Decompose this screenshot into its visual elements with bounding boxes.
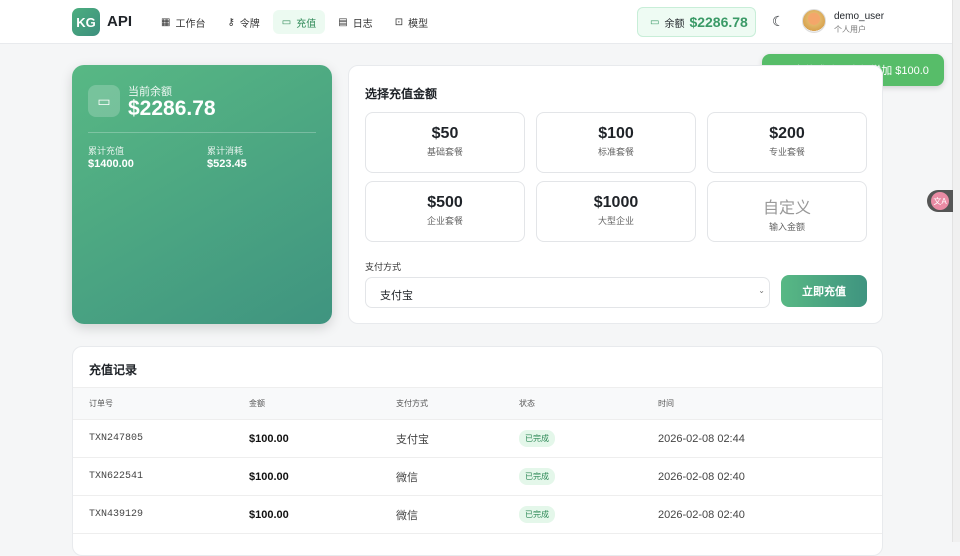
order-id: TXN247805: [89, 433, 144, 444]
option-desc: 企业套餐: [426, 216, 463, 226]
option-desc: 基础套餐: [426, 147, 463, 157]
time: 2026-02-08 02:40: [658, 470, 745, 483]
status-badge: 已完成: [519, 430, 555, 447]
grid-icon: ▦: [161, 16, 171, 28]
balance-label: 余额: [664, 18, 685, 30]
nav-label: 日志: [352, 18, 373, 30]
amount-option-100[interactable]: $100 标准套餐: [536, 112, 696, 173]
payment-method: 微信: [396, 471, 418, 484]
time: 2026-02-08 02:44: [658, 432, 745, 445]
column-header: 支付方式: [396, 399, 428, 408]
nav-recharge[interactable]: ▭ 充值: [272, 10, 326, 34]
wallet-icon: ▭: [650, 16, 660, 28]
option-desc: 标准套餐: [597, 147, 634, 157]
table-header: 订单号 金额 支付方式 状态 时间: [73, 387, 882, 420]
total-recharge-label: 累计充值: [88, 146, 125, 156]
option-desc: 输入金额: [768, 222, 805, 232]
balance-value: $2286.78: [689, 14, 748, 30]
recharge-panel: 选择充值金额 $50 基础套餐 $100 标准套餐 $200 专业套餐 $500 企业套…: [348, 65, 883, 324]
nav-label: 模型: [408, 18, 429, 30]
column-header: 时间: [658, 399, 674, 408]
table-row: TXN439129 $100.00 微信 已完成 2026-02-08 02:4…: [73, 496, 882, 534]
records-panel: 充值记录 订单号 金额 支付方式 状态 时间 TXN247805 $100.00…: [72, 346, 883, 556]
scrollbar[interactable]: [952, 0, 960, 542]
amount-option-custom[interactable]: 自定义 输入金额: [707, 181, 867, 242]
option-amount: $50: [431, 125, 459, 142]
nav-label: 工作台: [175, 18, 206, 30]
brand-name: API: [107, 13, 133, 30]
amount: $100.00: [249, 470, 289, 483]
amount: $100.00: [249, 508, 289, 521]
panel-title: 选择充值金额: [365, 87, 438, 101]
balance-card: ▭ 当前余额 $2286.78 累计充值 $1400.00 累计消耗 $523.…: [72, 65, 332, 324]
total-recharge-value: $1400.00: [88, 158, 134, 170]
log-icon: ▤: [338, 16, 348, 28]
status-badge: 已完成: [519, 468, 555, 485]
nav-label: 令牌: [239, 18, 260, 30]
amount-option-200[interactable]: $200 专业套餐: [707, 112, 867, 173]
user-role: 个人用户: [834, 25, 866, 34]
amount-option-50[interactable]: $50 基础套餐: [365, 112, 525, 173]
amount-option-1000[interactable]: $1000 大型企业: [536, 181, 696, 242]
username[interactable]: demo_user: [834, 11, 884, 22]
payment-select[interactable]: 支付宝 ⌄: [365, 277, 770, 308]
payment-method: 微信: [396, 509, 418, 522]
records-title: 充值记录: [89, 363, 138, 377]
moon-icon[interactable]: ☾: [772, 13, 785, 30]
divider: [88, 132, 316, 133]
chip-icon: ⊡: [394, 16, 404, 28]
option-amount: 自定义: [762, 200, 811, 217]
option-amount: $200: [769, 125, 805, 142]
payment-value: 支付宝: [380, 290, 413, 302]
option-desc: 大型企业: [597, 216, 634, 226]
table-row: TXN622541 $100.00 微信 已完成 2026-02-08 02:4…: [73, 458, 882, 496]
column-header: 状态: [519, 399, 535, 408]
nav-logs[interactable]: ▤ 日志: [329, 10, 381, 34]
column-header: 金额: [249, 399, 265, 408]
recharge-button[interactable]: 立即充值: [781, 275, 867, 307]
total-spent-label: 累计消耗: [207, 146, 244, 156]
option-amount: $500: [427, 194, 463, 211]
table-row: TXN247805 $100.00 支付宝 已完成 2026-02-08 02:…: [73, 420, 882, 458]
main-nav: ▦ 工作台 ⚷ 令牌 ▭ 充值 ▤ 日志 ⊡ 模型: [152, 10, 437, 34]
column-header: 订单号: [89, 399, 113, 408]
order-id: TXN439129: [89, 509, 144, 520]
nav-label: 充值: [296, 18, 317, 30]
chevron-down-icon: ⌄: [758, 286, 765, 295]
balance-value: $2286.78: [128, 97, 216, 120]
translate-button[interactable]: 文A: [927, 190, 953, 212]
nav-tokens[interactable]: ⚷ 令牌: [218, 10, 268, 34]
time: 2026-02-08 02:40: [658, 508, 745, 521]
key-icon: ⚷: [227, 16, 235, 28]
amount: $100.00: [249, 432, 289, 445]
wallet-icon: ▭: [88, 85, 120, 117]
nav-dashboard[interactable]: ▦ 工作台: [152, 10, 214, 34]
avatar[interactable]: [802, 9, 826, 33]
logo[interactable]: KG: [72, 8, 100, 36]
option-amount: $100: [598, 125, 634, 142]
status-badge: 已完成: [519, 506, 555, 523]
payment-label: 支付方式: [365, 262, 402, 272]
payment-method: 支付宝: [396, 433, 429, 446]
amount-option-500[interactable]: $500 企业套餐: [365, 181, 525, 242]
top-nav: KG API ▦ 工作台 ⚷ 令牌 ▭ 充值 ▤ 日志 ⊡ 模型 ▭ 余额 $2286.78 …: [0, 0, 952, 44]
nav-models[interactable]: ⊡ 模型: [386, 10, 437, 34]
wallet-icon: ▭: [281, 16, 292, 28]
option-amount: $1000: [593, 194, 639, 211]
total-spent-value: $523.45: [207, 158, 247, 170]
balance-badge[interactable]: ▭ 余额 $2286.78: [637, 7, 756, 37]
translate-icon: 文A: [931, 192, 949, 210]
option-desc: 专业套餐: [768, 147, 805, 157]
order-id: TXN622541: [89, 471, 144, 482]
